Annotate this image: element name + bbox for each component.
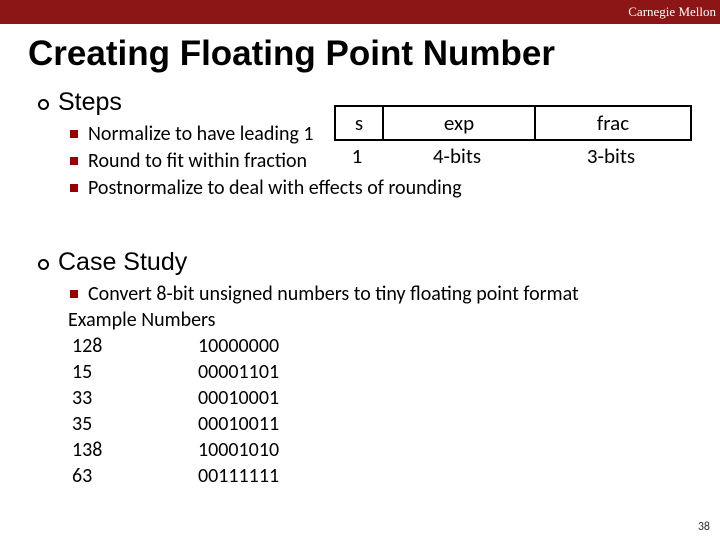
bin-value: 00010011 [198, 411, 279, 437]
bin-value: 00111111 [198, 463, 279, 489]
list-item: Postnormalize to deal with effects of ro… [70, 175, 462, 202]
cell-frac-bits: 3-bits [534, 143, 688, 169]
square-bullet-icon [70, 290, 78, 298]
format-diagram: s exp frac 1 4-bits 3-bits [334, 105, 692, 169]
dec-value: 128 [68, 333, 198, 359]
case-text: Convert 8-bit unsigned numbers to tiny f… [88, 281, 579, 307]
square-bullet-icon [70, 184, 78, 192]
example-numbers-label: Example Numbers [68, 307, 690, 333]
format-header-row: s exp frac [334, 105, 692, 141]
format-label-row: 1 4-bits 3-bits [334, 143, 692, 169]
cell-s-header: s [336, 107, 382, 139]
table-row: 138 10001010 [68, 437, 690, 463]
table-row: 128 10000000 [68, 333, 690, 359]
table-row: 63 00111111 [68, 463, 690, 489]
step-text: Postnormalize to deal with effects of ro… [88, 175, 462, 202]
cell-exp-header: exp [382, 107, 536, 139]
cell-s-bits: 1 [334, 143, 380, 169]
cell-exp-bits: 4-bits [380, 143, 534, 169]
dec-value: 63 [68, 463, 198, 489]
brand-label: Carnegie Mellon [628, 4, 716, 20]
bin-value: 00010001 [198, 385, 279, 411]
list-item: Convert 8-bit unsigned numbers to tiny f… [70, 281, 690, 307]
section-case-heading: Case Study [38, 248, 690, 277]
table-row: 35 00010011 [68, 411, 690, 437]
dec-value: 33 [68, 385, 198, 411]
section-case-title: Case Study [58, 248, 187, 277]
dec-value: 138 [68, 437, 198, 463]
bin-value: 10000000 [198, 333, 279, 359]
table-row: 33 00010001 [68, 385, 690, 411]
cell-frac-header: frac [536, 107, 690, 139]
table-row: 15 00001101 [68, 359, 690, 385]
bin-value: 00001101 [198, 359, 279, 385]
section-steps-title: Steps [58, 88, 122, 117]
dec-value: 15 [68, 359, 198, 385]
square-bullet-icon [70, 130, 78, 138]
dec-value: 35 [68, 411, 198, 437]
page-number: 38 [698, 520, 710, 534]
bin-value: 10001010 [198, 437, 279, 463]
ring-bullet-icon [38, 259, 49, 270]
top-bar: Carnegie Mellon [0, 0, 720, 24]
ring-bullet-icon [38, 99, 49, 110]
step-text: Normalize to have leading 1 [88, 121, 314, 148]
step-text: Round to fit within fraction [88, 148, 307, 175]
slide-title: Creating Floating Point Number [0, 24, 720, 82]
example-numbers-table: 128 10000000 15 00001101 33 00010001 35 … [68, 333, 690, 489]
square-bullet-icon [70, 157, 78, 165]
